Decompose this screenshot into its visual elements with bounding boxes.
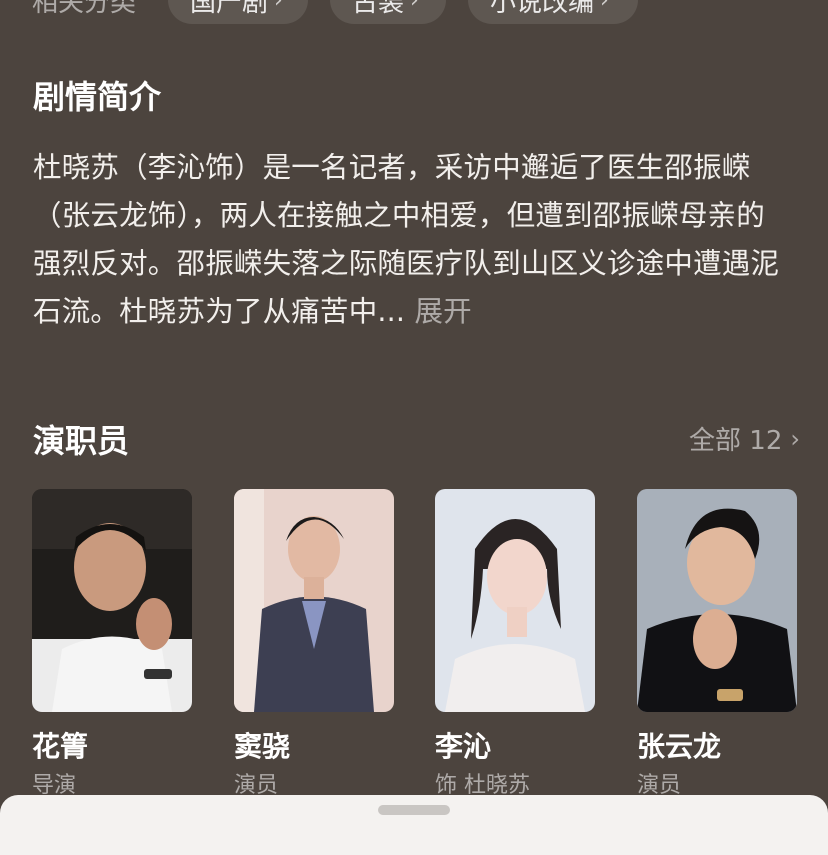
chip-label: 小说改编 bbox=[490, 0, 595, 18]
cast-card-actor-2[interactable]: 窦骁 演员 bbox=[234, 489, 394, 798]
chip-label: 国产剧 bbox=[190, 0, 269, 18]
cast-section-title: 演职员 bbox=[33, 422, 130, 460]
cast-photo bbox=[637, 489, 797, 712]
cast-photo bbox=[32, 489, 192, 712]
drag-handle[interactable] bbox=[378, 805, 450, 815]
cast-see-all-label: 全部 12 bbox=[689, 426, 783, 456]
category-chip-domestic-drama[interactable]: 国产剧 › bbox=[168, 0, 308, 24]
chevron-right-icon: › bbox=[274, 0, 283, 13]
cast-name: 李沁 bbox=[435, 730, 492, 763]
category-chip-costume[interactable]: 古装 › bbox=[330, 0, 446, 24]
chevron-right-icon: › bbox=[410, 0, 419, 13]
cast-name: 张云龙 bbox=[637, 730, 722, 763]
synopsis-text: 杜晓苏（李沁饰）是一名记者，采访中邂逅了医生邵振嵘（张云龙饰），两人在接触之中相… bbox=[33, 151, 780, 328]
chevron-right-icon: › bbox=[790, 424, 800, 453]
cast-name: 窦骁 bbox=[234, 730, 291, 763]
category-chip-novel-adaptation[interactable]: 小说改编 › bbox=[468, 0, 638, 24]
related-categories-row: 相关分类 国产剧 › 古装 › 小说改编 › bbox=[0, 0, 828, 26]
related-categories-label: 相关分类 bbox=[32, 0, 137, 18]
cast-name: 花箐 bbox=[32, 730, 89, 763]
cast-see-all-button[interactable]: 全部 12 › bbox=[689, 420, 800, 457]
expand-link[interactable]: 展开 bbox=[414, 295, 471, 328]
synopsis-text-block[interactable]: 杜晓苏（李沁饰）是一名记者，采访中邂逅了医生邵振嵘（张云龙饰），两人在接触之中相… bbox=[33, 144, 793, 336]
cast-card-actress[interactable]: 李沁 饰 杜晓苏 bbox=[435, 489, 595, 798]
cast-card-director[interactable]: 花箐 导演 bbox=[32, 489, 192, 798]
synopsis-title: 剧情简介 bbox=[33, 78, 162, 116]
cast-photo bbox=[435, 489, 595, 712]
cast-photo bbox=[234, 489, 394, 712]
chip-label: 古装 bbox=[352, 0, 405, 18]
bottom-sheet[interactable] bbox=[0, 795, 828, 855]
cast-card-actor-4[interactable]: 张云龙 演员 bbox=[637, 489, 797, 798]
chevron-right-icon: › bbox=[600, 0, 609, 13]
